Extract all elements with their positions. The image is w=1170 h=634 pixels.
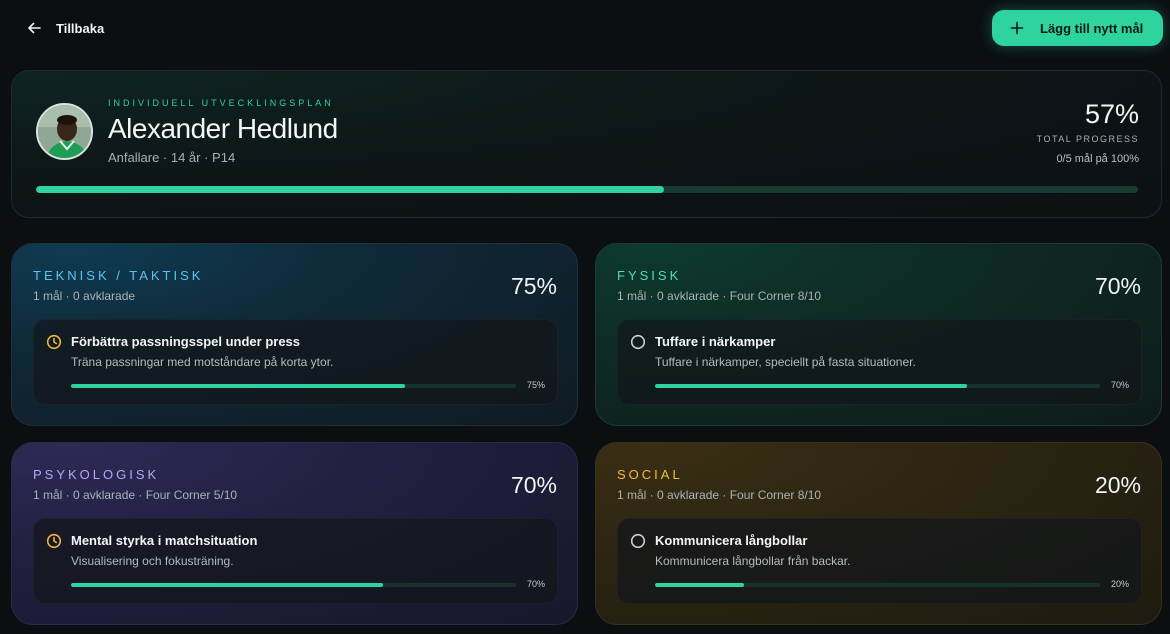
category-title: TEKNISK / TAKTISK	[33, 268, 204, 283]
goal-progress-bar	[655, 384, 1100, 388]
category-sub: 1 mål · 0 avklarade · Four Corner 8/10	[617, 289, 822, 303]
top-bar: Tillbaka Lägg till nytt mål	[0, 0, 1170, 58]
goal-progress-fill	[71, 384, 405, 388]
category-sub: 1 mål · 0 avklarade · Four Corner 5/10	[33, 488, 238, 502]
goal-description: Visualisering och fokusträning.	[71, 554, 234, 568]
goal-item[interactable]: Kommunicera långbollar Kommunicera långb…	[617, 518, 1142, 604]
total-progress-sub: 0/5 mål på 100%	[1056, 153, 1139, 165]
back-button[interactable]: Tillbaka	[26, 17, 104, 39]
total-progress-percent: 57%	[1084, 99, 1139, 129]
goal-progress-bar	[71, 384, 516, 388]
goal-description: Kommunicera långbollar från backar.	[655, 554, 851, 568]
goal-title: Förbättra passningsspel under press	[71, 334, 301, 349]
player-meta: Anfallare · 14 år · P14	[108, 150, 236, 165]
goal-item[interactable]: Mental styrka i matchsituation Visualise…	[33, 518, 558, 604]
clock-icon	[46, 334, 62, 350]
goal-percent: 20%	[1110, 579, 1129, 589]
goal-title: Kommunicera långbollar	[655, 533, 808, 548]
category-percent: 20%	[1094, 472, 1141, 498]
total-progress-bar	[36, 186, 1138, 193]
category-title: PSYKOLOGISK	[33, 467, 160, 482]
goal-progress-bar	[655, 583, 1100, 587]
category-percent: 70%	[510, 472, 557, 498]
goal-item[interactable]: Förbättra passningsspel under press Trän…	[33, 319, 558, 405]
goal-description: Tuffare i närkamper, speciellt på fasta …	[655, 355, 916, 369]
category-percent: 75%	[510, 273, 557, 299]
goal-item[interactable]: Tuffare i närkamper Tuffare i närkamper,…	[617, 319, 1142, 405]
arrow-left-icon	[28, 22, 41, 34]
category-sub: 1 mål · 0 avklarade · Four Corner 8/10	[617, 488, 822, 502]
category-title: SOCIAL	[617, 467, 683, 482]
goal-percent: 75%	[526, 380, 545, 390]
goal-title: Tuffare i närkamper	[655, 334, 776, 349]
total-progress-fill	[36, 186, 665, 193]
category-card-physical: FYSISK 1 mål · 0 avklarade · Four Corner…	[595, 243, 1162, 426]
goal-title: Mental styrka i matchsituation	[71, 533, 258, 548]
category-percent: 70%	[1094, 273, 1141, 299]
back-label: Tillbaka	[56, 20, 105, 36]
category-card-social: SOCIAL 1 mål · 0 avklarade · Four Corner…	[595, 442, 1162, 625]
total-progress-label: TOTAL PROGRESS	[1036, 134, 1139, 144]
category-sub: 1 mål · 0 avklarade	[33, 289, 136, 303]
plus-icon	[1010, 21, 1024, 35]
category-card-psychological: PSYKOLOGISK 1 mål · 0 avklarade · Four C…	[11, 442, 578, 625]
avatar	[36, 103, 93, 160]
goal-progress-fill	[71, 583, 383, 587]
circle-icon[interactable]	[630, 334, 646, 350]
add-goal-button[interactable]: Lägg till nytt mål	[992, 10, 1163, 46]
plan-eyebrow: INDIVIDUELL UTVECKLINGSPLAN	[108, 98, 334, 108]
goal-progress-fill	[655, 583, 744, 587]
category-title: FYSISK	[617, 268, 682, 283]
category-card-technical: TEKNISK / TAKTISK 1 mål · 0 avklarade 75…	[11, 243, 578, 426]
clock-icon	[46, 533, 62, 549]
player-name: Alexander Hedlund	[108, 113, 338, 144]
goal-percent: 70%	[1110, 380, 1129, 390]
player-summary-card: INDIVIDUELL UTVECKLINGSPLAN Alexander He…	[11, 70, 1162, 218]
goal-progress-bar	[71, 583, 516, 587]
circle-icon[interactable]	[630, 533, 646, 549]
goal-progress-fill	[655, 384, 967, 388]
add-goal-label: Lägg till nytt mål	[1040, 20, 1144, 36]
goal-description: Träna passningar med motståndare på kort…	[71, 355, 334, 369]
goal-percent: 70%	[526, 579, 545, 589]
